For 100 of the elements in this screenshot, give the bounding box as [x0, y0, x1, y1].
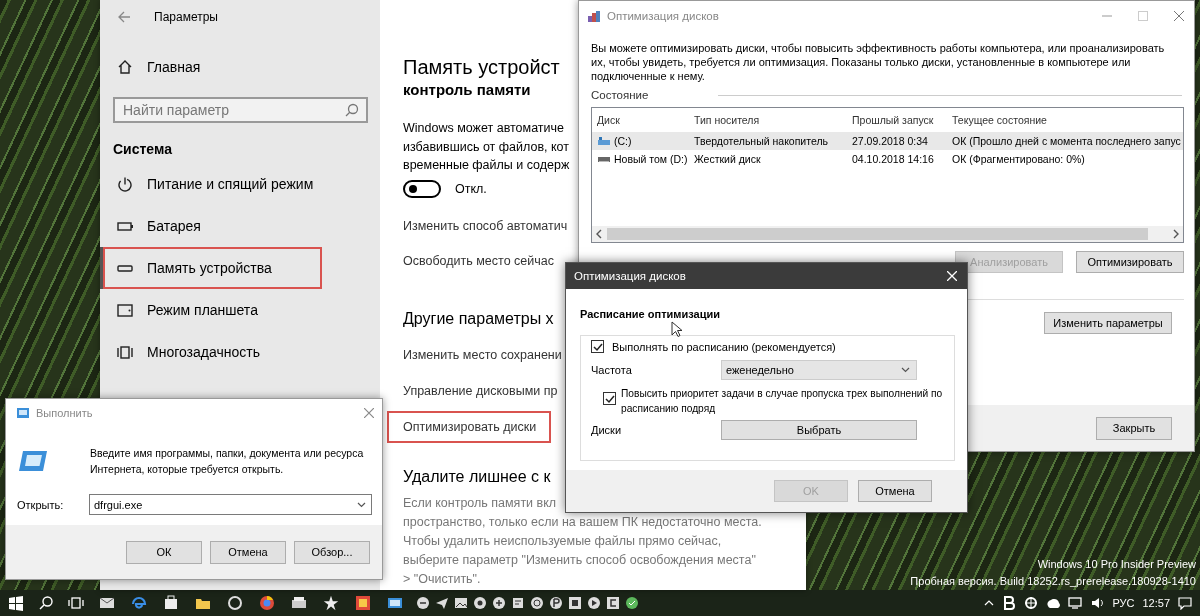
field-label: Открыть:	[17, 498, 65, 511]
chevron-down-icon	[357, 502, 366, 508]
table-cell-text: ОК (Фрагментировано: 0%)	[951, 153, 1086, 165]
table-cell: (C:)	[614, 135, 632, 147]
column-header[interactable]: Прошлый запуск	[847, 114, 947, 126]
tablet-icon	[117, 302, 133, 318]
column-header[interactable]: Тип носителя	[689, 114, 847, 126]
link[interactable]: Управление дисковыми пр	[403, 378, 558, 403]
section-title: контроль памяти	[403, 80, 531, 100]
tray-icon[interactable]	[1090, 596, 1105, 610]
toggle-switch[interactable]	[403, 179, 441, 198]
dialog-button[interactable]: Обзор...	[294, 540, 370, 564]
app-icon[interactable]	[606, 596, 620, 610]
dialog-button[interactable]: ОК	[126, 540, 202, 564]
column-header[interactable]: Текущее состояние	[947, 114, 1183, 126]
change-settings-button[interactable]: Изменить параметры	[1044, 312, 1172, 334]
link[interactable]: Изменить место сохранени	[403, 342, 562, 367]
section-title: Расписание оптимизации	[580, 308, 721, 320]
app-icon[interactable]	[473, 596, 487, 610]
dialog-button[interactable]: Отмена	[858, 480, 932, 502]
back-arrow-icon[interactable]	[116, 9, 132, 25]
description-line: временные файлы и содерж	[403, 157, 570, 174]
table-row[interactable]: (C:) Твердотельный накопитель 27.09.2018 0:34 ОК (Прошло дней с момента последнего запус	[592, 132, 1183, 150]
app-icon[interactable]	[511, 596, 525, 610]
toggle-label: Откл.	[455, 181, 487, 196]
app-icon[interactable]	[549, 596, 563, 610]
frequency-dropdown[interactable]: еженедельно	[721, 360, 917, 380]
defragment-icon	[587, 9, 601, 23]
nav-item[interactable]: Память устройства	[100, 247, 322, 289]
app-icon[interactable]	[258, 594, 276, 612]
table-cell-text: Жесткий диск	[693, 153, 762, 165]
task-view-icon[interactable]	[68, 595, 84, 611]
close-button[interactable]: Закрыть	[1096, 416, 1172, 440]
checkbox[interactable]	[603, 392, 616, 405]
description-line: > "Очистить".	[403, 570, 481, 588]
table-row[interactable]: Новый том (D:) Жесткий диск 04.10.2018 14:16 ОК (Фрагментировано: 0%)	[592, 150, 1183, 168]
app-icon[interactable]	[492, 596, 506, 610]
search-icon[interactable]	[38, 595, 54, 611]
start-icon[interactable]	[8, 595, 24, 611]
tray-icon[interactable]	[1068, 596, 1083, 610]
search-field[interactable]: Найти параметр	[113, 97, 368, 123]
build-info-text: Пробная версия. Build 18252.rs_prerelease.180928-1410	[910, 574, 1196, 589]
section-title: Другие параметры х	[403, 308, 554, 329]
dropdown-value: еженедельно	[726, 364, 794, 376]
table-cell: Новый том (D:)	[614, 153, 688, 165]
window-title: Параметры	[154, 10, 218, 24]
drive-icon	[597, 136, 611, 146]
horizontal-scrollbar[interactable]	[592, 226, 1183, 242]
run-icon	[18, 449, 48, 473]
app-icon[interactable]	[226, 594, 244, 612]
language-indicator[interactable]: РУС	[1112, 597, 1135, 609]
description-line: Если контроль памяти вкл	[403, 494, 557, 512]
dialog-button[interactable]: Отмена	[210, 540, 286, 564]
mouse-cursor-icon	[671, 321, 682, 338]
scroll-right-icon	[1172, 229, 1180, 239]
app-icon[interactable]	[435, 596, 449, 610]
app-icon[interactable]	[354, 594, 372, 612]
nav-item[interactable]: Батарея	[100, 205, 380, 247]
section-title: Система	[112, 140, 173, 159]
app-icon[interactable]	[454, 596, 468, 610]
prompt-text: Введите имя программы, папки, документа или ресурса Интернета, которые требуется открыть.	[90, 446, 365, 477]
column-header[interactable]: Диск	[592, 114, 689, 126]
page-title: Память устройст	[403, 55, 560, 80]
tray-icon[interactable]	[1002, 596, 1017, 610]
description-line: Чтобы удалить неиспользуемые файлы прямо сейчас,	[403, 532, 722, 550]
notification-icon[interactable]	[1178, 596, 1192, 610]
app-icon[interactable]	[568, 596, 582, 610]
clock[interactable]: 12:57	[1142, 597, 1170, 609]
app-icon[interactable]	[416, 596, 430, 610]
nav-item[interactable]: Режим планшета	[100, 289, 380, 331]
command-field[interactable]: dfrgui.exe	[89, 494, 372, 515]
link[interactable]: Освободить место сейчас	[403, 250, 554, 271]
chevron-down-icon	[901, 367, 910, 373]
action-button[interactable]: Оптимизировать	[1076, 251, 1184, 273]
app-icon[interactable]	[587, 596, 601, 610]
checkbox-label: Повысить приоритет задачи в случае пропуска трех выполнений по расписанию подряд	[621, 387, 944, 416]
checkbox-label: Выполнять по расписанию (рекомендуется)	[612, 340, 836, 353]
nav-item[interactable]: Многозадачность	[100, 331, 380, 373]
description-line: избавившись от файлов, кот	[403, 138, 569, 156]
description-line: выберите параметр "Изменить способ освобождения места"	[403, 551, 756, 569]
app-icon[interactable]	[162, 594, 180, 612]
section-label: Состояние	[591, 89, 649, 101]
table-cell-text: 27.09.2018 0:34	[851, 135, 929, 147]
choose-button[interactable]: Выбрать	[721, 420, 917, 440]
app-icon[interactable]	[322, 594, 340, 612]
app-icon[interactable]	[625, 596, 639, 610]
search-icon	[345, 103, 359, 117]
link[interactable]: Изменить способ автоматич	[403, 215, 568, 236]
tray-icon[interactable]	[1046, 596, 1061, 610]
nav-item[interactable]: Главная	[100, 50, 380, 84]
checkbox[interactable]	[591, 340, 604, 353]
tray-icon[interactable]	[1024, 596, 1039, 610]
link[interactable]: Оптимизировать диски	[387, 410, 552, 443]
chevron-up-icon[interactable]	[984, 600, 995, 606]
field-label: Частота	[591, 364, 633, 376]
app-icon[interactable]	[530, 596, 544, 610]
home-icon	[117, 59, 133, 75]
nav-item[interactable]: Питание и спящий режим	[100, 163, 380, 205]
multitask-icon	[117, 344, 133, 360]
window-title: Оптимизация дисков	[607, 10, 719, 22]
